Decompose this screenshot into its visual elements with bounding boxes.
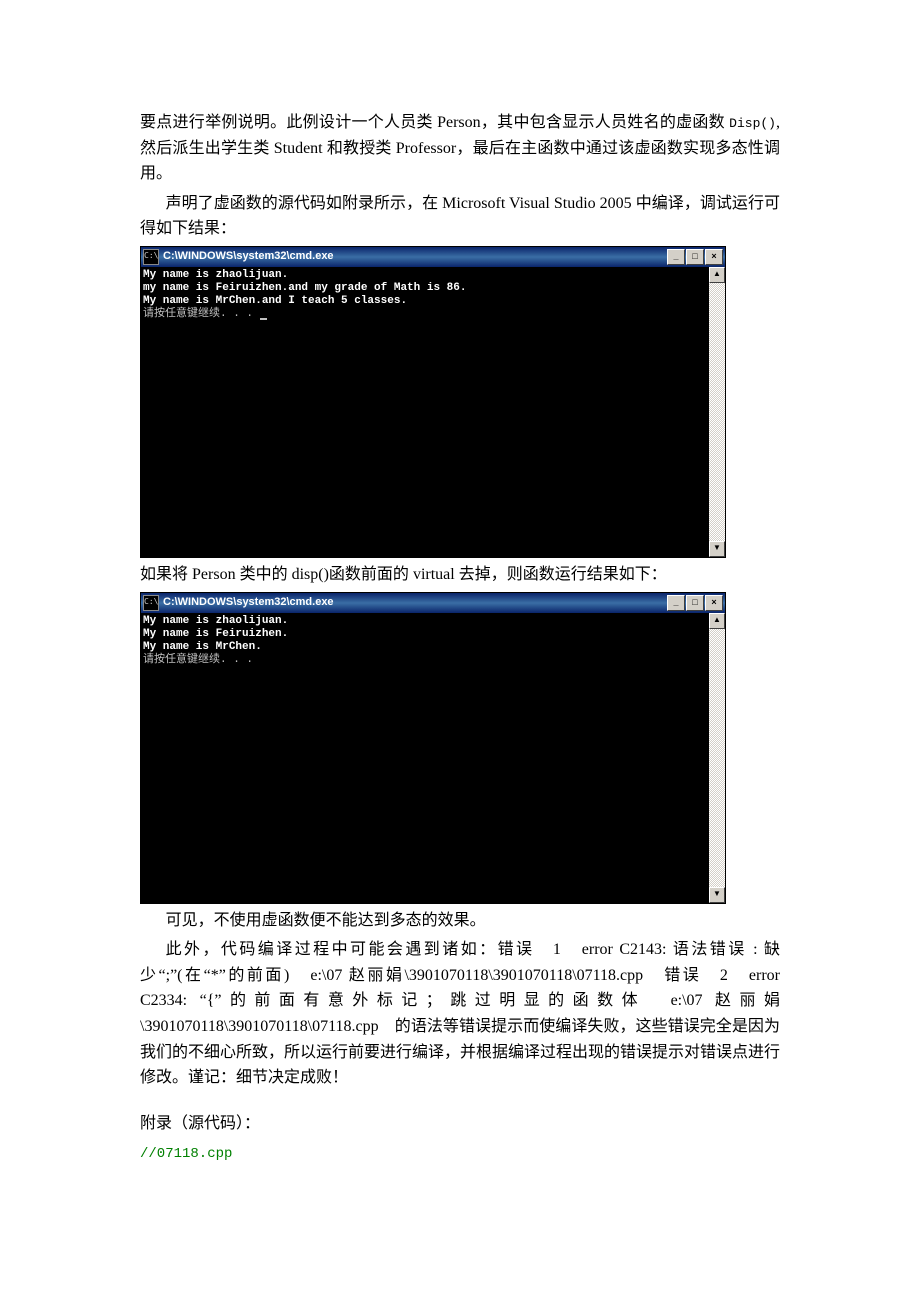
scroll-track[interactable] [709, 283, 725, 541]
console-line: 请按任意键继续. . . [143, 654, 725, 667]
console-body: My name is zhaolijuan. my name is Feirui… [141, 267, 725, 557]
window-title: C:\WINDOWS\system32\cmd.exe [163, 594, 334, 612]
paragraph-4: 可见，不使用虚函数便不能达到多态的效果。 [140, 908, 780, 934]
text: ，其中包含显示人员姓名的虚函数 [481, 114, 730, 131]
text: disp() [292, 566, 329, 583]
scroll-track[interactable] [709, 629, 725, 887]
scroll-down-button[interactable]: ▼ [709, 887, 725, 903]
text: Microsoft Visual Studio 2005 [442, 195, 636, 212]
scroll-up-button[interactable]: ▲ [709, 613, 725, 629]
window-buttons: _ □ × [667, 249, 723, 265]
scroll-up-button[interactable]: ▲ [709, 267, 725, 283]
scroll-down-button[interactable]: ▼ [709, 541, 725, 557]
titlebar[interactable]: C:\ C:\WINDOWS\system32\cmd.exe _ □ × [141, 593, 725, 613]
text: 要点进行举例说明。此例设计一个人员类 [140, 114, 437, 131]
paragraph-2: 声明了虚函数的源代码如附录所示，在 Microsoft Visual Studi… [140, 191, 780, 242]
minimize-button[interactable]: _ [667, 595, 685, 611]
maximize-button[interactable]: □ [686, 249, 704, 265]
scrollbar[interactable]: ▲ ▼ [709, 267, 725, 557]
close-button[interactable]: × [705, 249, 723, 265]
console-line: my name is Feiruizhen.and my grade of Ma… [143, 282, 725, 295]
text: 类中的 [240, 566, 292, 583]
text: Student [274, 140, 327, 157]
close-button[interactable]: × [705, 595, 723, 611]
console-window-1: C:\ C:\WINDOWS\system32\cmd.exe _ □ × My… [140, 246, 726, 558]
console-line: My name is zhaolijuan. [143, 269, 725, 282]
paragraph-5: 此外，代码编译过程中可能会遇到诸如：错误 1 error C2143: 语法错误… [140, 937, 780, 1091]
console-line: My name is Feiruizhen. [143, 628, 725, 641]
text: Disp() [729, 116, 776, 131]
text: 声明了虚函数的源代码如附录所示，在 [166, 195, 443, 212]
paragraph-1: 要点进行举例说明。此例设计一个人员类 Person，其中包含显示人员姓名的虚函数… [140, 110, 780, 187]
console-window-2: C:\ C:\WINDOWS\system32\cmd.exe _ □ × My… [140, 592, 726, 904]
console-line: My name is MrChen. [143, 641, 725, 654]
text: Person [437, 114, 481, 131]
text: 函数前面的 [329, 566, 413, 583]
text: Professor [396, 140, 456, 157]
code-file-comment: //07118.cpp [140, 1140, 780, 1166]
maximize-button[interactable]: □ [686, 595, 704, 611]
scrollbar[interactable]: ▲ ▼ [709, 613, 725, 903]
appendix-heading: 附录（源代码）： [140, 1111, 780, 1137]
console-line: 请按任意键继续. . . [143, 308, 725, 321]
console-line: My name is MrChen.and I teach 5 classes. [143, 295, 725, 308]
text: 去掉，则函数运行结果如下： [459, 566, 667, 583]
titlebar[interactable]: C:\ C:\WINDOWS\system32\cmd.exe _ □ × [141, 247, 725, 267]
console-body: My name is zhaolijuan. My name is Feirui… [141, 613, 725, 903]
text: virtual [413, 566, 459, 583]
text: 和教授类 [327, 140, 396, 157]
window-title: C:\WINDOWS\system32\cmd.exe [163, 248, 334, 266]
minimize-button[interactable]: _ [667, 249, 685, 265]
cmd-icon: C:\ [143, 249, 159, 265]
text: 如果将 [140, 566, 192, 583]
text: Person [192, 566, 240, 583]
window-buttons: _ □ × [667, 595, 723, 611]
cursor-icon [260, 318, 267, 320]
paragraph-3: 如果将 Person 类中的 disp()函数前面的 virtual 去掉，则函… [140, 562, 780, 588]
cmd-icon: C:\ [143, 595, 159, 611]
console-line: My name is zhaolijuan. [143, 615, 725, 628]
